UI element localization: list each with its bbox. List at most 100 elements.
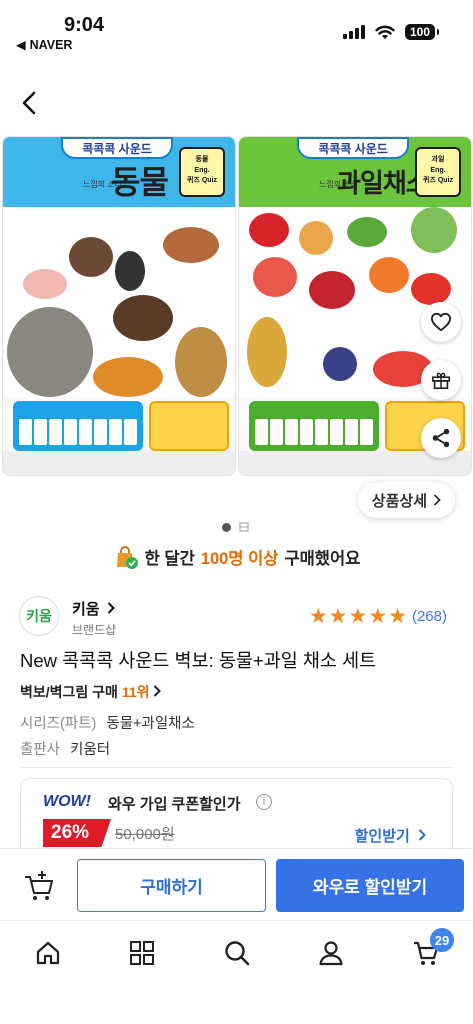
buyers-notice: 한 달간 100명 이상 구매했어요: [0, 544, 473, 570]
meta-key: 출판사: [20, 742, 61, 758]
back-triangle-icon: ◀: [16, 38, 26, 52]
chevron-right-icon: [107, 602, 115, 614]
wishlist-button[interactable]: [421, 302, 461, 342]
cabbage-illustration: [411, 207, 457, 253]
tiger-illustration: [93, 357, 163, 397]
page-dot-active: [222, 522, 231, 532]
elephant-illustration: [7, 307, 93, 397]
meta-value: 동물+과일채소: [106, 716, 195, 732]
star-icon: ★: [328, 605, 348, 628]
poster-brand: 콕콕콕 사운드: [61, 137, 173, 159]
meta-publisher-row: 출판사 키움터: [20, 738, 110, 759]
panel-label: 동물: [195, 156, 209, 163]
poster-piano-keys: [13, 401, 143, 451]
meta-value: 키움터: [70, 742, 111, 758]
buyers-count: 100명 이상: [200, 550, 279, 568]
panel-label: Eng.: [430, 166, 446, 174]
cellular-signal-icon: [342, 25, 365, 39]
poster-animals: 콕콕콕 사운드 느낌의 소리 동물 동물 Eng. 퀴즈 Quiz: [2, 136, 236, 476]
category-grid-icon: [130, 941, 154, 965]
poster-header: 콕콕콕 사운드 느낌의 소리 동물 동물 Eng. 퀴즈 Quiz: [3, 137, 235, 207]
tomato-illustration: [369, 257, 409, 293]
gift-icon: [431, 372, 451, 390]
divider: [20, 767, 453, 768]
category-ranking-link[interactable]: 벽보/벽그림 구매 11위: [20, 682, 162, 702]
original-price: 50,000원: [115, 826, 175, 843]
chevron-left-icon: [22, 91, 36, 115]
chevron-right-icon: [418, 829, 426, 841]
seller-logo-text: 키움: [26, 608, 52, 624]
product-detail-label: 상품상세: [371, 492, 427, 510]
wow-logo: WOW!: [43, 793, 91, 810]
grid-mode-icon: [239, 522, 249, 532]
share-icon: [432, 428, 450, 448]
chevron-right-icon: [154, 685, 162, 697]
heart-icon: [430, 312, 451, 332]
star-icon: ★: [368, 605, 388, 628]
lion-illustration: [175, 327, 227, 397]
gift-button[interactable]: [421, 360, 461, 400]
meta-series-row: 시리즈(파트) 동물+과일채소: [20, 712, 195, 733]
horse-illustration: [69, 237, 113, 277]
panel-label: 퀴즈 Quiz: [423, 177, 453, 184]
pineapple-illustration: [247, 317, 287, 387]
get-discount-link[interactable]: 할인받기: [355, 825, 426, 846]
review-count: (268): [411, 608, 447, 625]
poster-animal-illustrations: [3, 207, 235, 397]
purchase-bar: 구매하기 와우로 할인받기: [0, 848, 473, 920]
buy-now-button[interactable]: 구매하기: [77, 859, 266, 912]
status-right: 100: [342, 24, 440, 40]
seller-name: 키움: [72, 601, 100, 618]
profile-icon: [319, 941, 343, 966]
buyers-prefix: 한 달간: [144, 550, 195, 568]
chevron-right-icon: [433, 494, 441, 506]
cart-count-badge: 29: [430, 928, 454, 952]
panel-label: Eng.: [194, 166, 210, 174]
peach-illustration: [253, 257, 297, 297]
carrier-back-link[interactable]: ◀ NAVER: [16, 37, 73, 53]
share-button[interactable]: [421, 418, 461, 458]
status-time: 9:04: [64, 14, 105, 36]
star-icon: ★: [348, 605, 368, 628]
shopping-bag-check-icon: [116, 546, 138, 569]
cow-illustration: [163, 227, 219, 263]
add-to-cart-button[interactable]: [22, 869, 56, 903]
carrier-label: NAVER: [29, 37, 73, 52]
seller-subtitle: 브랜드샵: [72, 623, 117, 637]
poster-brand: 콕콕콕 사운드: [297, 137, 409, 159]
product-title: New 콕콕콕 사운드 벽보: 동물+과일 채소 세트: [20, 650, 377, 671]
star-icon: ★: [308, 605, 328, 628]
poster-title: 동물: [111, 164, 169, 200]
product-detail-button[interactable]: 상품상세: [357, 482, 455, 518]
battery-indicator: 100: [404, 24, 440, 40]
wow-discount-buy-button[interactable]: 와우로 할인받기: [276, 859, 464, 912]
coupon-label: 와우 가입 쿠폰할인가: [108, 796, 241, 813]
poster-button-panel: 과일 Eng. 퀴즈 Quiz: [415, 147, 461, 197]
product-image-gallery[interactable]: 콕콕콕 사운드 느낌의 소리 동물 동물 Eng. 퀴즈 Quiz 콕콕콕 사운…: [0, 130, 473, 480]
star-icon: ★: [388, 605, 407, 628]
pear-illustration: [299, 221, 333, 255]
gallery-page-indicator: [222, 522, 249, 532]
buyers-suffix: 구매했어요: [284, 550, 361, 568]
product-rating[interactable]: ★ ★ ★ ★ ★ (268): [309, 606, 447, 627]
tab-home[interactable]: [32, 937, 64, 969]
bottom-tab-bar: [0, 920, 473, 990]
tab-category[interactable]: [126, 937, 158, 969]
bear-illustration: [113, 295, 173, 341]
search-icon: [225, 941, 250, 966]
seller-name-link[interactable]: 키움: [72, 598, 115, 619]
poster-footer: [3, 451, 235, 475]
ostrich-illustration: [115, 251, 145, 291]
poster-side-pad: [149, 401, 229, 451]
tab-my-page[interactable]: [315, 937, 347, 969]
cart-add-icon: [25, 871, 53, 900]
wifi-icon: [375, 25, 395, 39]
info-icon[interactable]: i: [256, 794, 272, 810]
poster-button-panel: 동물 Eng. 퀴즈 Quiz: [179, 147, 225, 197]
back-button[interactable]: [14, 88, 44, 118]
seller-logo[interactable]: 키움: [19, 596, 59, 636]
panel-label: 과일: [431, 156, 445, 163]
tab-search[interactable]: [221, 937, 253, 969]
pig-illustration: [23, 269, 67, 299]
grape-illustration: [323, 347, 357, 381]
